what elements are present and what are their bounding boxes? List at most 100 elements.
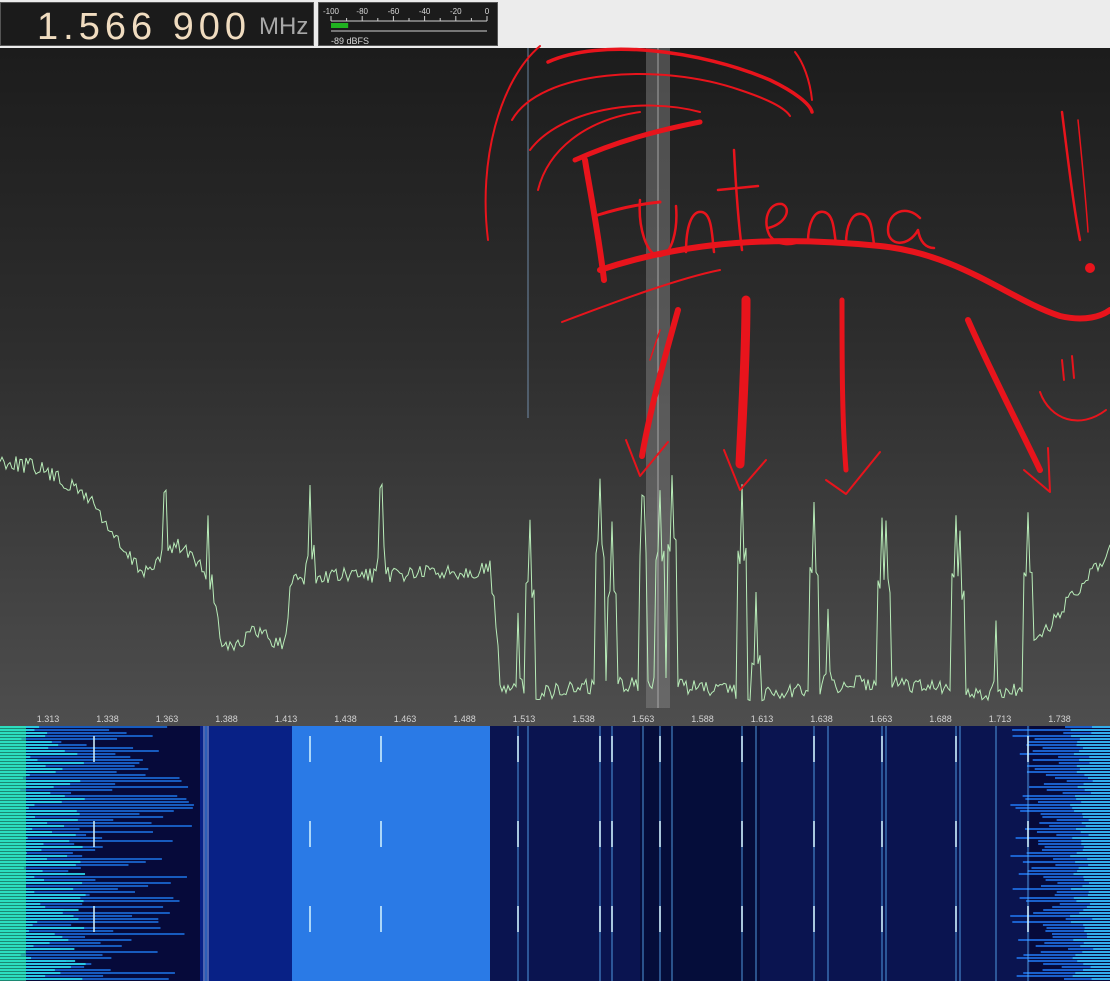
waterfall-streak	[1075, 861, 1110, 863]
waterfall-streak	[1076, 852, 1110, 854]
frequency-axis-label: 1.688	[929, 714, 952, 724]
waterfall-streak	[1083, 969, 1110, 971]
waterfall-streak	[1070, 921, 1110, 923]
waterfall-streak	[1079, 768, 1110, 770]
waterfall-streak	[1091, 732, 1110, 734]
tuned-frequency-label: 1.563	[632, 714, 655, 724]
waterfall-streak	[1073, 897, 1110, 899]
waterfall-band	[292, 726, 490, 981]
waterfall-streak	[1079, 738, 1110, 740]
waterfall-streak	[1082, 816, 1110, 818]
waterfall-streak	[1075, 795, 1110, 797]
waterfall-streak	[1070, 804, 1110, 806]
spectrum-canvas[interactable]: 1.313 1.338 1.363 1.388 1.413 1.438 1.463 1.488…	[0, 48, 1110, 726]
waterfall-streak	[1073, 939, 1110, 941]
waterfall-streak	[1092, 780, 1110, 782]
waterfall-streak	[1073, 873, 1110, 875]
waterfall-streak	[1089, 762, 1110, 764]
waterfall-streak	[1071, 735, 1110, 737]
waterfall-streak	[1077, 741, 1110, 743]
meter-scale-label: -40	[419, 7, 431, 16]
waterfall-streak	[1088, 819, 1110, 821]
waterfall-streak	[1092, 918, 1110, 920]
waterfall-hot-region	[0, 726, 26, 981]
waterfall-streak	[1081, 822, 1110, 824]
waterfall-streak	[1087, 894, 1110, 896]
waterfall-streak	[1077, 870, 1110, 872]
waterfall-streak	[1088, 864, 1110, 866]
waterfall-display[interactable]	[0, 726, 1110, 981]
waterfall-streak	[0, 777, 180, 779]
waterfall-streak	[1082, 951, 1110, 953]
waterfall-streak	[1081, 840, 1110, 842]
waterfall-streak	[1076, 744, 1110, 746]
waterfall-streak	[1093, 948, 1110, 950]
frequency-axis-label: 1.713	[989, 714, 1012, 724]
frequency-axis-label: 1.613	[751, 714, 774, 724]
waterfall-streak	[1076, 771, 1110, 773]
waterfall-streak	[1084, 789, 1110, 791]
waterfall-streak	[1087, 858, 1110, 860]
waterfall-streak	[1088, 891, 1110, 893]
waterfall-streak	[1083, 876, 1110, 878]
waterfall-streak	[1072, 837, 1110, 839]
waterfall-streak	[1083, 909, 1110, 911]
meter-scale-label: -80	[356, 7, 368, 16]
meter-scale-label: -20	[450, 7, 462, 16]
waterfall-streak	[1077, 786, 1110, 788]
waterfall-streak	[1076, 765, 1110, 767]
frequency-unit: MHz	[259, 13, 309, 40]
frequency-axis-label: 1.638	[810, 714, 833, 724]
waterfall-streak	[1082, 813, 1110, 815]
waterfall-streak	[1084, 879, 1110, 881]
frequency-axis-label: 1.363	[156, 714, 179, 724]
waterfall-streak	[1085, 825, 1110, 827]
waterfall-streak	[1089, 756, 1110, 758]
spectrum-trace	[0, 456, 1110, 702]
waterfall-streak	[1083, 846, 1110, 848]
waterfall-streak	[1070, 729, 1110, 731]
waterfall-canvas[interactable]	[0, 726, 1110, 981]
waterfall-streak	[1082, 849, 1110, 851]
waterfall-streak	[1075, 972, 1110, 974]
waterfall-streak	[1079, 912, 1110, 914]
waterfall-streak	[1080, 831, 1110, 833]
waterfall-streak	[1084, 927, 1110, 929]
meter-scale-label: -100	[323, 7, 340, 16]
frequency-axis-label: 1.488	[453, 714, 476, 724]
waterfall-streak	[1086, 906, 1110, 908]
waterfall-streak	[1088, 882, 1110, 884]
waterfall-streak	[1083, 747, 1110, 749]
waterfall-streak	[1091, 792, 1110, 794]
waterfall-streak	[1088, 834, 1110, 836]
waterfall-streak	[1072, 807, 1110, 809]
meter-scale-label: 0	[485, 7, 490, 16]
waterfall-streak	[1090, 966, 1110, 968]
waterfall-streak	[1081, 843, 1110, 845]
waterfall-streak	[1073, 753, 1110, 755]
frequency-axis-label: 1.438	[334, 714, 357, 724]
waterfall-streak	[1087, 777, 1110, 779]
frequency-axis-label: 1.413	[275, 714, 298, 724]
waterfall-streak	[1077, 960, 1110, 962]
frequency-axis-label: 1.388	[215, 714, 238, 724]
waterfall-streak	[0, 807, 193, 809]
waterfall-streak	[1078, 867, 1110, 869]
waterfall-streak	[1080, 945, 1110, 947]
spectrum-plot[interactable]: 1.313 1.338 1.363 1.388 1.413 1.438 1.463 1.488…	[0, 48, 1110, 726]
waterfall-streak	[1070, 855, 1110, 857]
waterfall-streak	[1075, 954, 1110, 956]
waterfall-streak	[1074, 810, 1110, 812]
waterfall-streak	[1079, 750, 1110, 752]
toolbar: 1.566 900 MHz -100 -80 -60 -40 -20 0 -89 dBFS	[0, 0, 1110, 48]
waterfall-streak	[1089, 903, 1110, 905]
waterfall-streak	[1084, 930, 1110, 932]
frequency-axis-label: 1.338	[96, 714, 119, 724]
frequency-value[interactable]: 1.566 900	[37, 5, 251, 49]
waterfall-streak	[1081, 801, 1110, 803]
waterfall-streak	[1072, 957, 1110, 959]
frequency-axis-label: 1.663	[870, 714, 893, 724]
waterfall-streak	[1091, 978, 1110, 980]
waterfall-streak	[1075, 828, 1110, 830]
frequency-display[interactable]: 1.566 900 MHz	[0, 2, 314, 49]
